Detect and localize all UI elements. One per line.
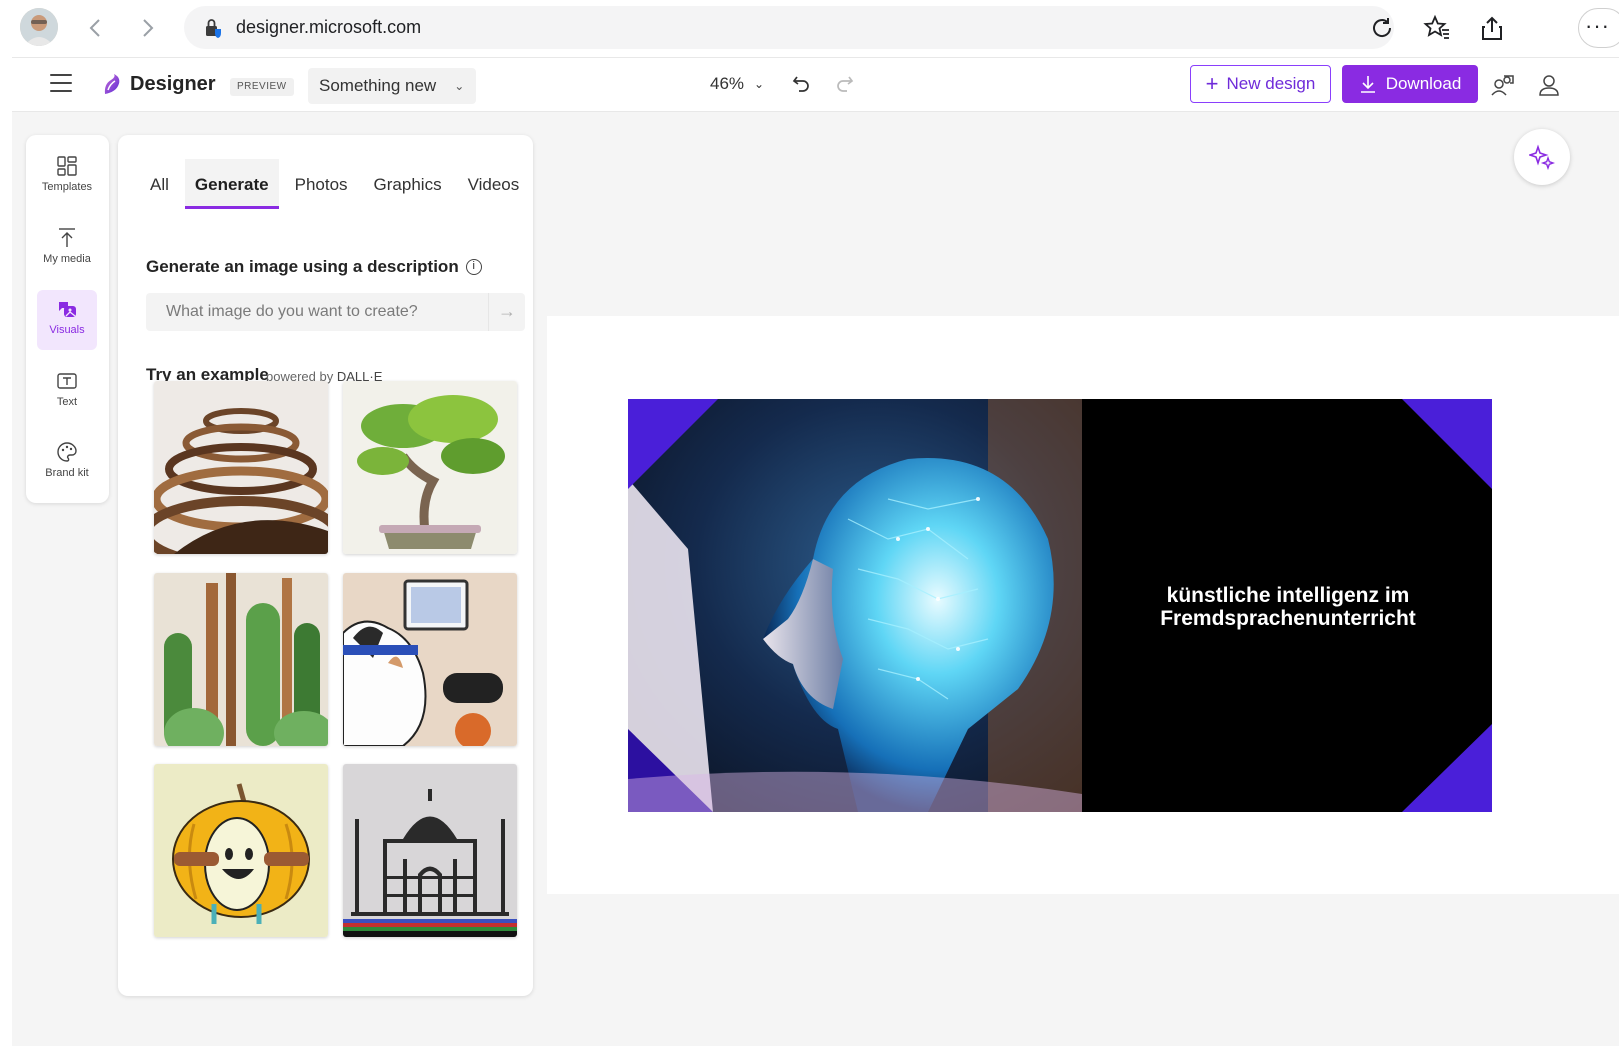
rail-item-brand-kit[interactable]: Brand kit — [37, 433, 97, 493]
address-bar[interactable]: designer.microsoft.com — [184, 6, 1394, 49]
generate-heading: Generate an image using a description i — [146, 257, 482, 277]
redo-icon[interactable] — [832, 72, 856, 96]
templates-icon — [57, 156, 77, 176]
rail-label: My media — [43, 253, 91, 265]
preview-badge: PREVIEW — [230, 78, 294, 96]
undo-icon[interactable] — [790, 72, 814, 96]
download-label: Download — [1385, 74, 1462, 93]
rail-label: Templates — [41, 181, 93, 193]
document-title: Something new — [319, 76, 437, 95]
rail-item-text[interactable]: Text — [37, 362, 97, 422]
designer-logo-icon — [104, 74, 120, 94]
favorites-icon[interactable] — [1421, 12, 1453, 44]
tab-videos[interactable]: Videos — [458, 159, 530, 209]
browser-toolbar: designer.microsoft.com ··· — [0, 0, 1619, 57]
rail-item-templates[interactable]: Templates — [37, 147, 97, 207]
example-wooden-spiral[interactable] — [154, 381, 328, 554]
design-slide[interactable]: künstliche intelligenz im Fremdsprachenu… — [628, 399, 1492, 812]
generate-heading-text: Generate an image using a description — [146, 257, 459, 276]
zoom-dropdown[interactable]: 46% ⌄ — [710, 74, 764, 94]
app-header: Designer PREVIEW Something new ⌄ 46% ⌄ +… — [12, 57, 1619, 112]
text-icon — [57, 373, 77, 389]
rail-label: Visuals — [49, 324, 85, 336]
rail-label: Brand kit — [45, 467, 89, 479]
slide-title-line-2: Fremdsprachenunterricht — [1160, 607, 1416, 630]
canvas-page[interactable]: künstliche intelligenz im Fremdsprachenu… — [547, 316, 1619, 894]
download-button[interactable]: Download — [1342, 65, 1478, 103]
tab-photos[interactable]: Photos — [285, 159, 358, 209]
example-cat-gaming[interactable] — [343, 573, 517, 746]
share-people-icon[interactable] — [1490, 72, 1516, 98]
rail-item-visuals[interactable]: Visuals — [37, 290, 97, 350]
reload-icon[interactable] — [1366, 12, 1398, 44]
plus-icon: + — [1205, 71, 1219, 96]
prompt-box: → — [146, 293, 525, 331]
left-rail: Templates My media Visuals Text Brand ki… — [26, 135, 109, 503]
upload-icon — [59, 228, 75, 247]
tab-generate[interactable]: Generate — [184, 159, 279, 209]
ai-head-image[interactable] — [628, 399, 1082, 812]
url-text: designer.microsoft.com — [236, 17, 422, 37]
tab-all[interactable]: All — [140, 159, 179, 209]
visuals-icon — [59, 302, 76, 317]
panel-tabs: All Generate Photos Graphics Videos — [140, 159, 535, 209]
info-icon[interactable]: i — [465, 259, 482, 275]
back-icon[interactable] — [82, 14, 110, 42]
download-icon — [1360, 76, 1375, 93]
slide-title-line-1: künstliche intelligenz im — [1166, 584, 1410, 607]
prompt-input[interactable] — [146, 293, 488, 331]
forward-icon[interactable] — [133, 14, 161, 42]
example-cactus[interactable] — [154, 573, 328, 746]
profile-avatar[interactable] — [20, 8, 58, 46]
example-taj-mahal-beads[interactable] — [343, 764, 517, 937]
example-pumpkin[interactable] — [154, 764, 328, 937]
sparkle-icon — [1529, 144, 1555, 170]
menu-icon[interactable] — [50, 74, 72, 92]
designer-logo[interactable]: Designer — [102, 72, 216, 96]
app-name: Designer — [130, 72, 216, 95]
rail-item-my-media[interactable]: My media — [37, 219, 97, 279]
rail-label: Text — [56, 396, 78, 408]
chevron-down-icon: ⌄ — [754, 77, 765, 91]
workspace: Templates My media Visuals Text Brand ki… — [12, 112, 1619, 1046]
more-options-button[interactable]: ··· — [1578, 8, 1619, 48]
example-bonsai[interactable] — [343, 381, 517, 554]
new-design-label: New design — [1226, 74, 1316, 93]
visuals-panel: All Generate Photos Graphics Videos Gene… — [118, 135, 533, 996]
site-lock-icon — [206, 18, 221, 38]
designer-copilot-button[interactable] — [1514, 129, 1570, 185]
share-icon[interactable] — [1476, 12, 1508, 44]
account-icon[interactable] — [1536, 72, 1562, 98]
palette-icon — [57, 442, 77, 462]
document-title-dropdown[interactable]: Something new ⌄ — [308, 68, 476, 104]
new-design-button[interactable]: + New design — [1190, 65, 1331, 103]
tab-graphics[interactable]: Graphics — [364, 159, 452, 209]
chevron-down-icon: ⌄ — [454, 79, 465, 93]
arrow-right-icon[interactable]: → — [488, 293, 525, 331]
slide-title[interactable]: künstliche intelligenz im Fremdsprachenu… — [1148, 584, 1428, 630]
zoom-level: 46% — [710, 74, 745, 93]
